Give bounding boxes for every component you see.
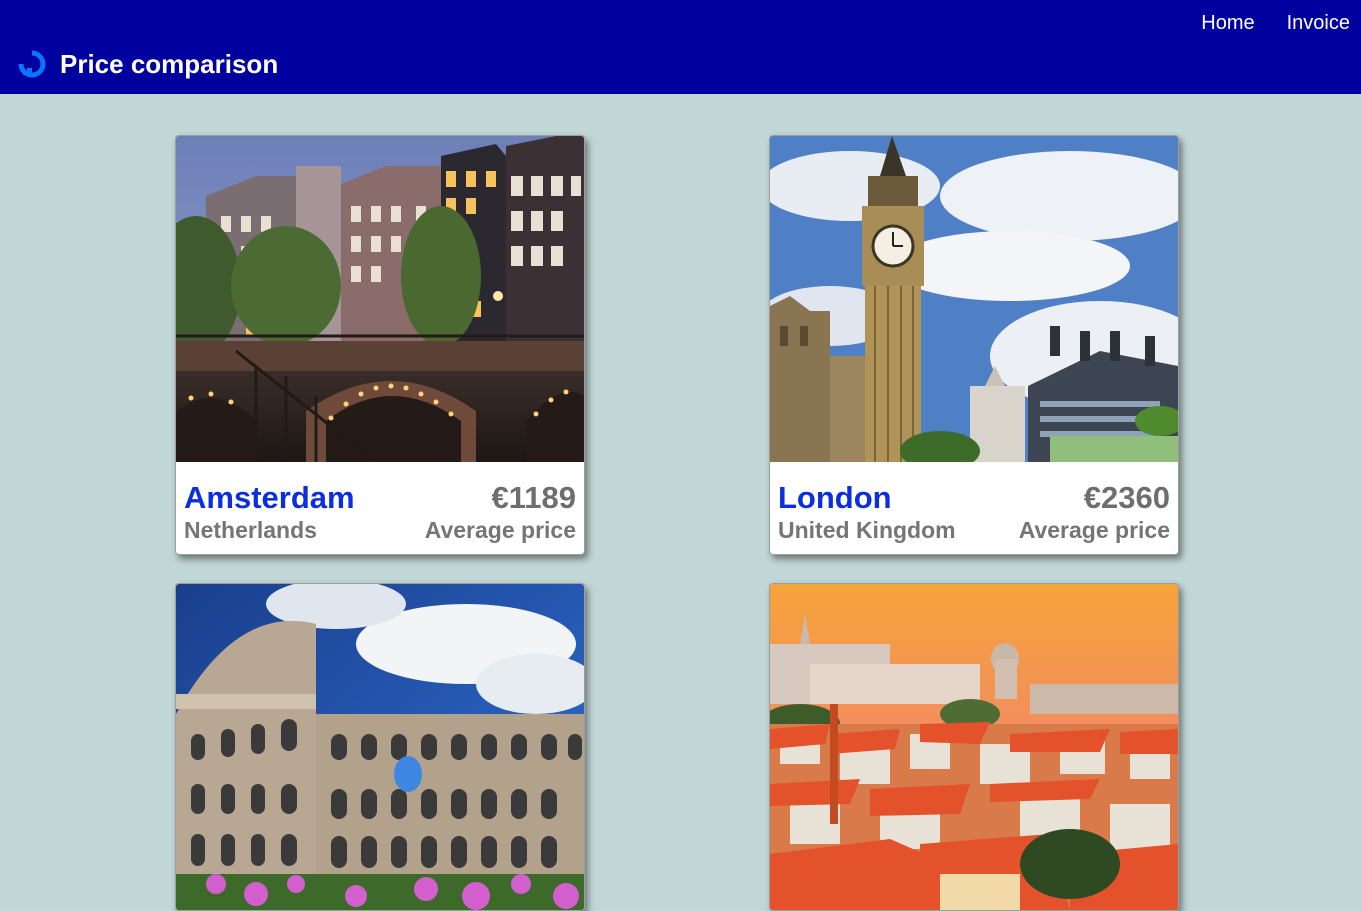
- price-label: Average price: [1018, 517, 1170, 543]
- nav-home-link[interactable]: Home: [1201, 10, 1254, 36]
- destination-card-rome[interactable]: [175, 583, 585, 911]
- destination-card-london[interactable]: London United Kingdom €2360 Average pric…: [769, 135, 1179, 555]
- card-info: Amsterdam Netherlands €1189 Average pric…: [176, 462, 584, 554]
- city-name[interactable]: Amsterdam: [184, 480, 355, 516]
- top-navigation-bar: Home Invoice Price comparison: [0, 0, 1361, 94]
- main-nav: Home Invoice: [1201, 10, 1350, 36]
- destination-card-amsterdam[interactable]: Amsterdam Netherlands €1189 Average pric…: [175, 135, 585, 555]
- country-name: United Kingdom: [778, 517, 956, 543]
- big-ben-photo: [770, 136, 1178, 462]
- price-value: €1189: [491, 480, 577, 515]
- page-title: Price comparison: [60, 49, 279, 79]
- nav-invoice-link[interactable]: Invoice: [1287, 10, 1350, 36]
- brand[interactable]: Price comparison: [18, 48, 278, 80]
- country-name: Netherlands: [184, 517, 317, 543]
- canal-bridge-photo: [176, 136, 584, 462]
- city-name[interactable]: London: [778, 480, 892, 516]
- lisbon-rooftops-photo: [770, 584, 1178, 910]
- refresh-ring-logo-icon: [18, 50, 46, 78]
- colosseum-photo: [176, 584, 584, 910]
- card-info: London United Kingdom €2360 Average pric…: [770, 462, 1178, 554]
- price-label: Average price: [424, 517, 576, 543]
- price-value: €2360: [1083, 480, 1170, 515]
- destination-card-lisbon[interactable]: [769, 583, 1179, 911]
